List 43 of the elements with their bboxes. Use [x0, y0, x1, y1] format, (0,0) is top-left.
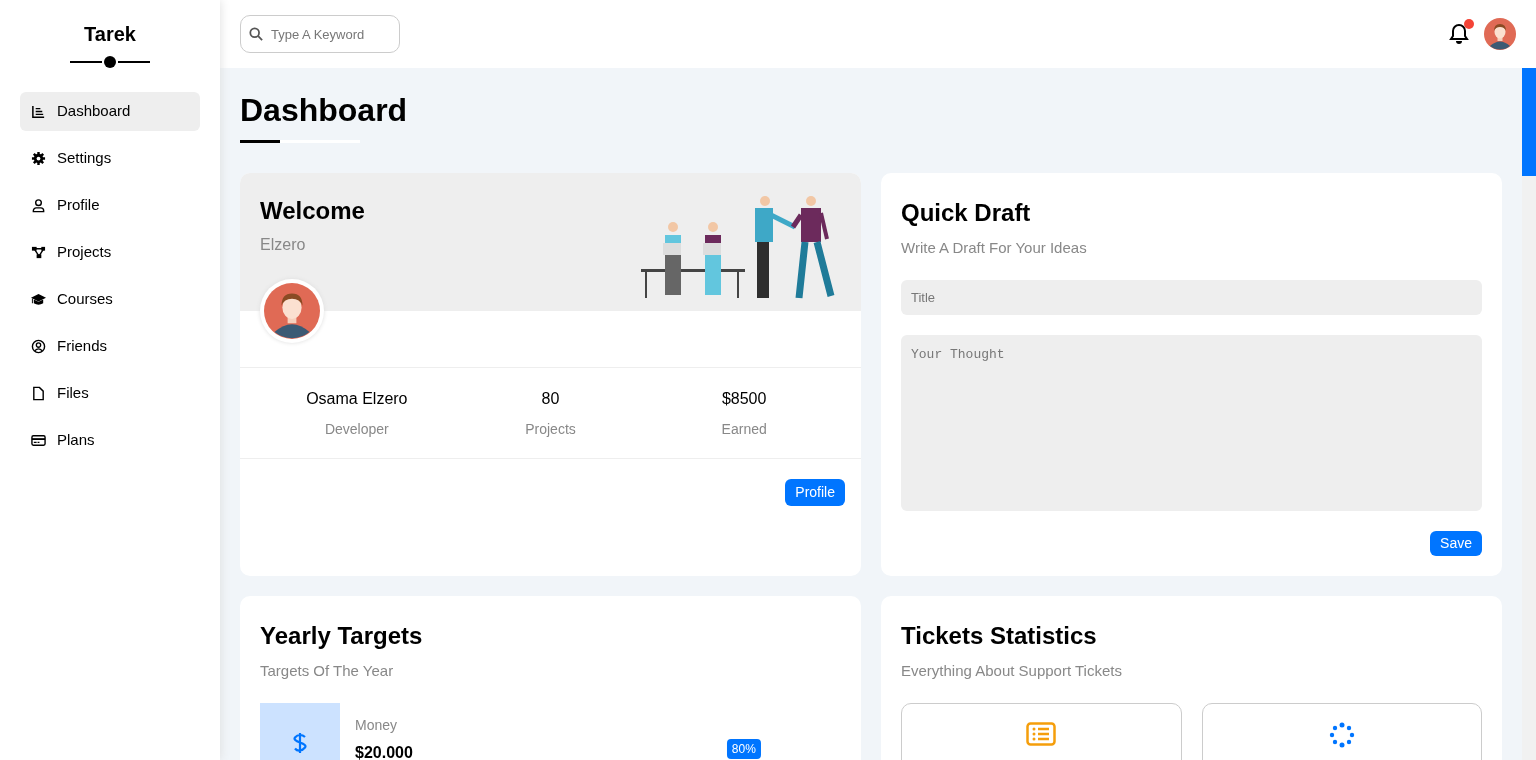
- user-icon: [31, 198, 46, 213]
- card-subtitle: Write A Draft For Your Ideas: [901, 238, 1088, 258]
- settings-icon: [31, 151, 46, 166]
- card-title: Tickets Statistics: [901, 621, 1098, 651]
- card-title: Quick Draft: [901, 198, 1032, 228]
- stat-label: Earned: [721, 419, 767, 439]
- credit-card-icon: [31, 433, 46, 448]
- welcome-subtitle: Elzero: [260, 235, 307, 255]
- target-label: Money: [355, 715, 399, 735]
- bell-icon: [1449, 23, 1469, 45]
- user-avatar[interactable]: [1484, 18, 1516, 50]
- stat-value: $8500: [721, 388, 767, 409]
- stat-value: Osama Elzero: [306, 388, 408, 409]
- stat-value: 80: [541, 388, 560, 409]
- card-title: Yearly Targets: [260, 621, 424, 651]
- thought-textarea[interactable]: Your Thought: [901, 334, 1482, 511]
- graduation-cap-icon: [31, 292, 46, 307]
- search-icon: [249, 27, 263, 41]
- target-value: $20.000: [355, 742, 413, 760]
- chart-icon: [31, 104, 46, 119]
- title-input[interactable]: Title: [901, 279, 1482, 315]
- user-circle-icon: [31, 339, 46, 354]
- brand-divider-icon: [70, 56, 150, 68]
- spinner-icon: [1328, 721, 1355, 748]
- card-subtitle: Everything About Support Tickets: [901, 661, 1123, 681]
- list-icon: [1026, 721, 1057, 746]
- diagram-icon: [31, 245, 46, 260]
- page-title: Dashboard: [240, 91, 408, 130]
- profile-avatar: [260, 279, 324, 343]
- save-button[interactable]: Save: [1430, 531, 1482, 556]
- sidebar-item[interactable]: Dashboard: [20, 92, 200, 131]
- card-subtitle: Targets Of The Year: [260, 661, 395, 681]
- welcome-title: Welcome: [260, 196, 365, 226]
- dollar-icon: [293, 731, 307, 754]
- brand-title: Tarek: [84, 22, 136, 47]
- file-icon: [31, 386, 46, 401]
- progress-tooltip: 80%: [726, 738, 761, 759]
- profile-button[interactable]: Profile: [785, 479, 845, 506]
- stat-label: Developer: [324, 419, 389, 439]
- notification-button[interactable]: [1446, 21, 1472, 47]
- stat-label: Projects: [525, 419, 576, 439]
- scrollbar[interactable]: [1522, 68, 1536, 760]
- search-field[interactable]: Type A Keyword: [240, 15, 400, 53]
